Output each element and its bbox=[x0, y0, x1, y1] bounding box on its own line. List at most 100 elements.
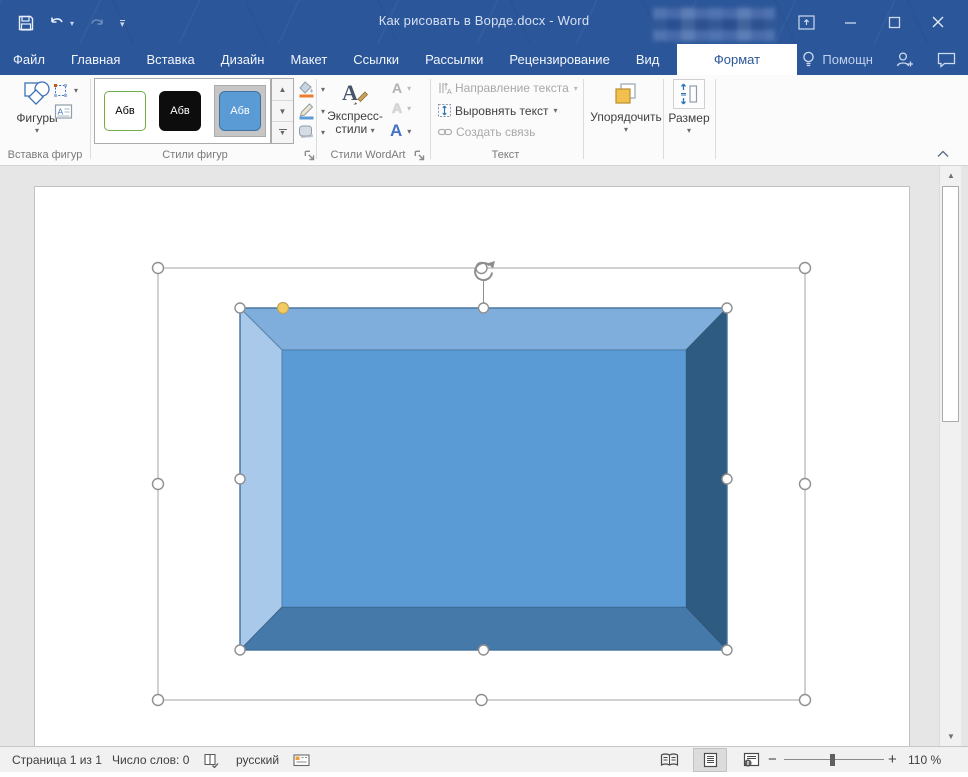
scrollbar-thumb[interactable] bbox=[942, 186, 959, 422]
align-text-button[interactable]: Выровнять текст ▾ bbox=[437, 103, 558, 118]
tab-design[interactable]: Дизайн bbox=[208, 44, 278, 75]
read-mode-button[interactable] bbox=[652, 748, 686, 772]
vertical-scrollbar[interactable]: ▲ ▼ bbox=[939, 166, 961, 746]
tab-home[interactable]: Главная bbox=[58, 44, 133, 75]
maximize-button[interactable] bbox=[872, 0, 916, 44]
shape-handle-bottom-left[interactable] bbox=[235, 645, 245, 655]
close-icon bbox=[931, 15, 945, 29]
arrange-button-label: Упорядочить bbox=[590, 111, 661, 124]
canvas-handle-middle-left[interactable] bbox=[153, 479, 164, 490]
shape-adjust-handle[interactable] bbox=[278, 303, 289, 314]
shape-fill-icon bbox=[297, 80, 316, 98]
chain-link-icon bbox=[437, 126, 453, 138]
arrange-button[interactable]: Упорядочить ▾ bbox=[592, 80, 660, 134]
canvas-handle-top-left[interactable] bbox=[153, 263, 164, 274]
lightbulb-icon bbox=[802, 51, 815, 68]
share-button[interactable] bbox=[895, 51, 915, 68]
create-link-label: Создать связь bbox=[456, 125, 535, 139]
text-effects-button[interactable]: А▾ bbox=[390, 121, 411, 141]
scroll-down-arrow[interactable]: ▼ bbox=[940, 727, 962, 746]
minimize-icon bbox=[844, 16, 857, 29]
document-area: ▲ ▼ bbox=[0, 166, 968, 746]
wordart-dialog-launcher[interactable] bbox=[413, 149, 427, 163]
svg-text:A: A bbox=[58, 107, 64, 117]
tell-me-button[interactable]: Помощн bbox=[802, 51, 873, 68]
shape-style-preset-2[interactable]: Абв bbox=[159, 91, 201, 131]
word-count[interactable]: Число слов: 0 bbox=[112, 747, 189, 772]
shape-handle-top-center[interactable] bbox=[479, 303, 489, 313]
shape-handle-middle-left[interactable] bbox=[235, 474, 245, 484]
text-outline-button[interactable]: А▾ bbox=[392, 100, 411, 116]
quick-styles-label-line1: Экспресс- bbox=[327, 109, 383, 123]
shape-effects-button[interactable]: ▾ bbox=[297, 124, 325, 140]
page-indicator[interactable]: Страница 1 из 1 bbox=[12, 747, 102, 772]
zoom-level[interactable]: 110 % bbox=[908, 747, 941, 772]
zoom-in-button[interactable]: + bbox=[888, 747, 897, 772]
create-link-button[interactable]: Создать связь bbox=[437, 125, 535, 139]
tab-layout[interactable]: Макет bbox=[277, 44, 340, 75]
keyboard-grid-icon bbox=[293, 753, 310, 767]
quick-styles-label-line2: стили bbox=[335, 122, 367, 136]
bevel-top-face bbox=[240, 308, 727, 350]
text-box-button[interactable]: A bbox=[54, 103, 73, 120]
comment-icon bbox=[937, 52, 956, 68]
text-direction-button[interactable]: A Направление текста ▾ bbox=[437, 81, 578, 95]
svg-text:A: A bbox=[447, 89, 452, 95]
zoom-out-button[interactable]: − bbox=[768, 747, 777, 772]
tab-review[interactable]: Рецензирование bbox=[496, 44, 622, 75]
shape-style-preset-1[interactable]: Абв bbox=[104, 91, 146, 131]
bevel-shape[interactable] bbox=[240, 308, 727, 650]
shape-handle-top-left[interactable] bbox=[235, 303, 245, 313]
text-fill-button[interactable]: А▾ bbox=[392, 80, 411, 96]
shape-style-preset-3[interactable]: Абв bbox=[219, 91, 261, 131]
tab-view[interactable]: Вид bbox=[623, 44, 673, 75]
canvas-handle-bottom-left[interactable] bbox=[153, 695, 164, 706]
drawing-selection-layer bbox=[0, 166, 968, 746]
language-status[interactable]: русский bbox=[236, 747, 279, 772]
tab-insert[interactable]: Вставка bbox=[133, 44, 207, 75]
collapse-ribbon-button[interactable] bbox=[936, 149, 950, 159]
shape-styles-dialog-launcher[interactable] bbox=[303, 149, 317, 163]
shape-fill-button[interactable]: ▾ bbox=[297, 80, 325, 98]
shape-handle-bottom-center[interactable] bbox=[479, 645, 489, 655]
tab-mailings[interactable]: Рассылки bbox=[412, 44, 496, 75]
quick-styles-button[interactable]: A Экспресс- стили ▾ bbox=[324, 79, 386, 137]
canvas-handle-middle-right[interactable] bbox=[800, 479, 811, 490]
proofing-status-button[interactable] bbox=[203, 747, 220, 772]
gallery-scroll-down[interactable]: ▼ bbox=[272, 101, 293, 123]
shape-outline-icon bbox=[297, 102, 316, 120]
canvas-handle-top-right[interactable] bbox=[800, 263, 811, 274]
comments-button[interactable] bbox=[937, 52, 956, 68]
tab-references[interactable]: Ссылки bbox=[340, 44, 412, 75]
tab-format-active[interactable]: Формат bbox=[677, 44, 797, 75]
size-button[interactable]: Размер ▾ bbox=[667, 79, 711, 135]
ribbon-display-options-button[interactable] bbox=[784, 0, 828, 44]
minimize-button[interactable] bbox=[828, 0, 872, 44]
print-layout-button[interactable] bbox=[693, 748, 727, 772]
status-bar: Страница 1 из 1 Число слов: 0 русский bbox=[0, 746, 968, 772]
person-plus-icon bbox=[895, 51, 915, 68]
ribbon-tabs: Файл Главная Вставка Дизайн Макет Ссылки… bbox=[0, 44, 774, 75]
keyboard-language-icon[interactable] bbox=[293, 747, 310, 772]
close-button[interactable] bbox=[916, 0, 960, 44]
shape-handle-top-right[interactable] bbox=[722, 303, 732, 313]
tab-file[interactable]: Файл bbox=[0, 44, 58, 75]
text-direction-icon: A bbox=[437, 81, 452, 95]
read-mode-icon bbox=[660, 753, 679, 767]
gallery-scroll-up[interactable]: ▲ bbox=[272, 79, 293, 101]
shape-outline-button[interactable]: ▾ bbox=[297, 102, 325, 120]
canvas-handle-bottom-right[interactable] bbox=[800, 695, 811, 706]
scroll-up-arrow[interactable]: ▲ bbox=[940, 166, 962, 185]
gallery-more-button[interactable]: ▼ bbox=[272, 122, 293, 143]
shape-handle-bottom-right[interactable] bbox=[722, 645, 732, 655]
group-label-text: Текст bbox=[438, 147, 573, 163]
arrange-icon bbox=[612, 80, 640, 108]
shape-style-preset-3-selected-frame: Абв bbox=[214, 85, 266, 137]
zoom-slider-thumb[interactable] bbox=[830, 754, 835, 766]
web-layout-button[interactable] bbox=[734, 748, 768, 772]
size-button-label: Размер bbox=[668, 112, 709, 125]
edit-shape-button[interactable]: ▾ bbox=[52, 82, 78, 99]
canvas-handle-bottom-center[interactable] bbox=[476, 695, 487, 706]
shape-handle-middle-right[interactable] bbox=[722, 474, 732, 484]
blurred-contextual-header bbox=[653, 7, 775, 41]
